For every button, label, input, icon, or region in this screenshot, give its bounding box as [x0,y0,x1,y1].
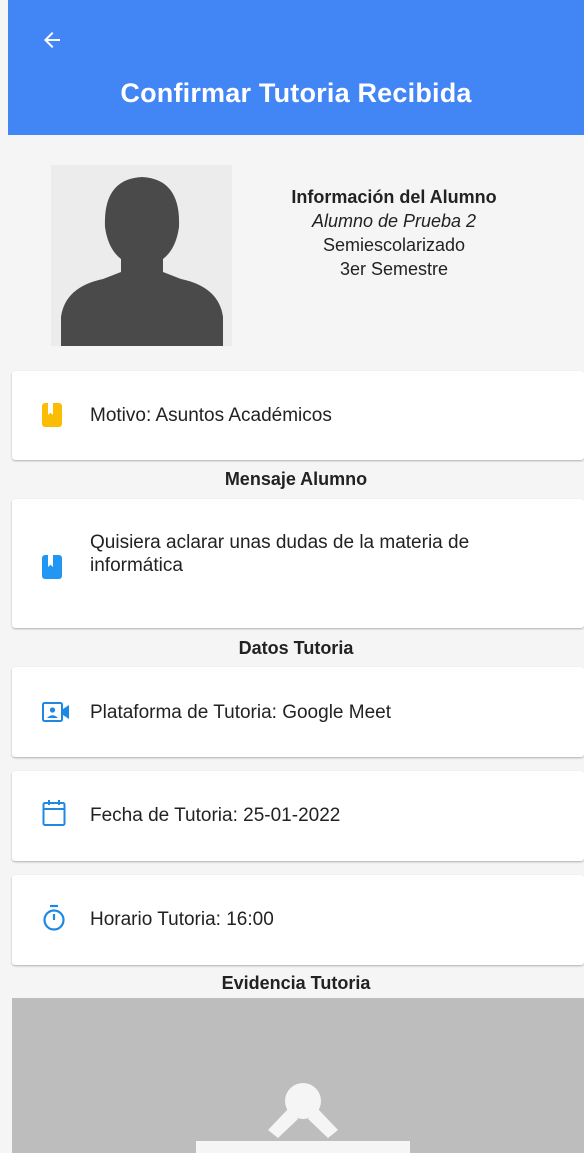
student-modality: Semiescolarizado [322,235,466,255]
student-profile: Información del Alumno Alumno de Prueba … [8,135,584,365]
student-info: Información del Alumno Alumno de Prueba … [248,185,540,281]
time-card: Horario Tutoria: 16:00 [12,875,584,965]
motivo-card: Motivo: Asuntos Académicos [12,371,584,460]
avatar [51,165,232,346]
evidence-image[interactable] [12,998,584,1153]
image-placeholder-icon [196,1083,410,1153]
student-semester: 3er Semestre [339,259,449,279]
mensaje-card: Quisiera aclarar unas dudas de la materi… [12,499,584,628]
mensaje-text: Quisiera aclarar unas dudas de la materi… [90,532,470,576]
bookmark-icon [42,403,62,427]
date-label: Fecha de Tutoria: 25-01-2022 [90,805,341,826]
student-info-heading: Información del Alumno [291,187,497,207]
motivo-label: Motivo: Asuntos Académicos [90,405,332,426]
date-card: Fecha de Tutoria: 25-01-2022 [12,771,584,861]
page-title: Confirmar Tutoria Recibida [120,78,472,108]
calendar-icon [42,800,66,826]
arrow-left-icon [44,32,60,48]
timer-icon [43,904,65,931]
back-button[interactable] [34,24,70,56]
mensaje-section-title: Mensaje Alumno [224,469,368,489]
app-bar: Confirmar Tutoria Recibida [8,0,584,135]
platform-card: Plataforma de Tutoria: Google Meet [12,667,584,757]
video-contact-icon [42,702,69,722]
time-label: Horario Tutoria: 16:00 [90,909,274,930]
datos-section-title: Datos Tutoria [238,638,354,658]
person-silhouette-icon [61,177,223,346]
platform-label: Plataforma de Tutoria: Google Meet [90,702,391,723]
evidencia-section-title: Evidencia Tutoria [221,973,371,993]
student-name: Alumno de Prueba 2 [311,211,477,231]
bookmark-icon [42,555,62,579]
main-content: Información del Alumno Alumno de Prueba … [8,135,584,1153]
